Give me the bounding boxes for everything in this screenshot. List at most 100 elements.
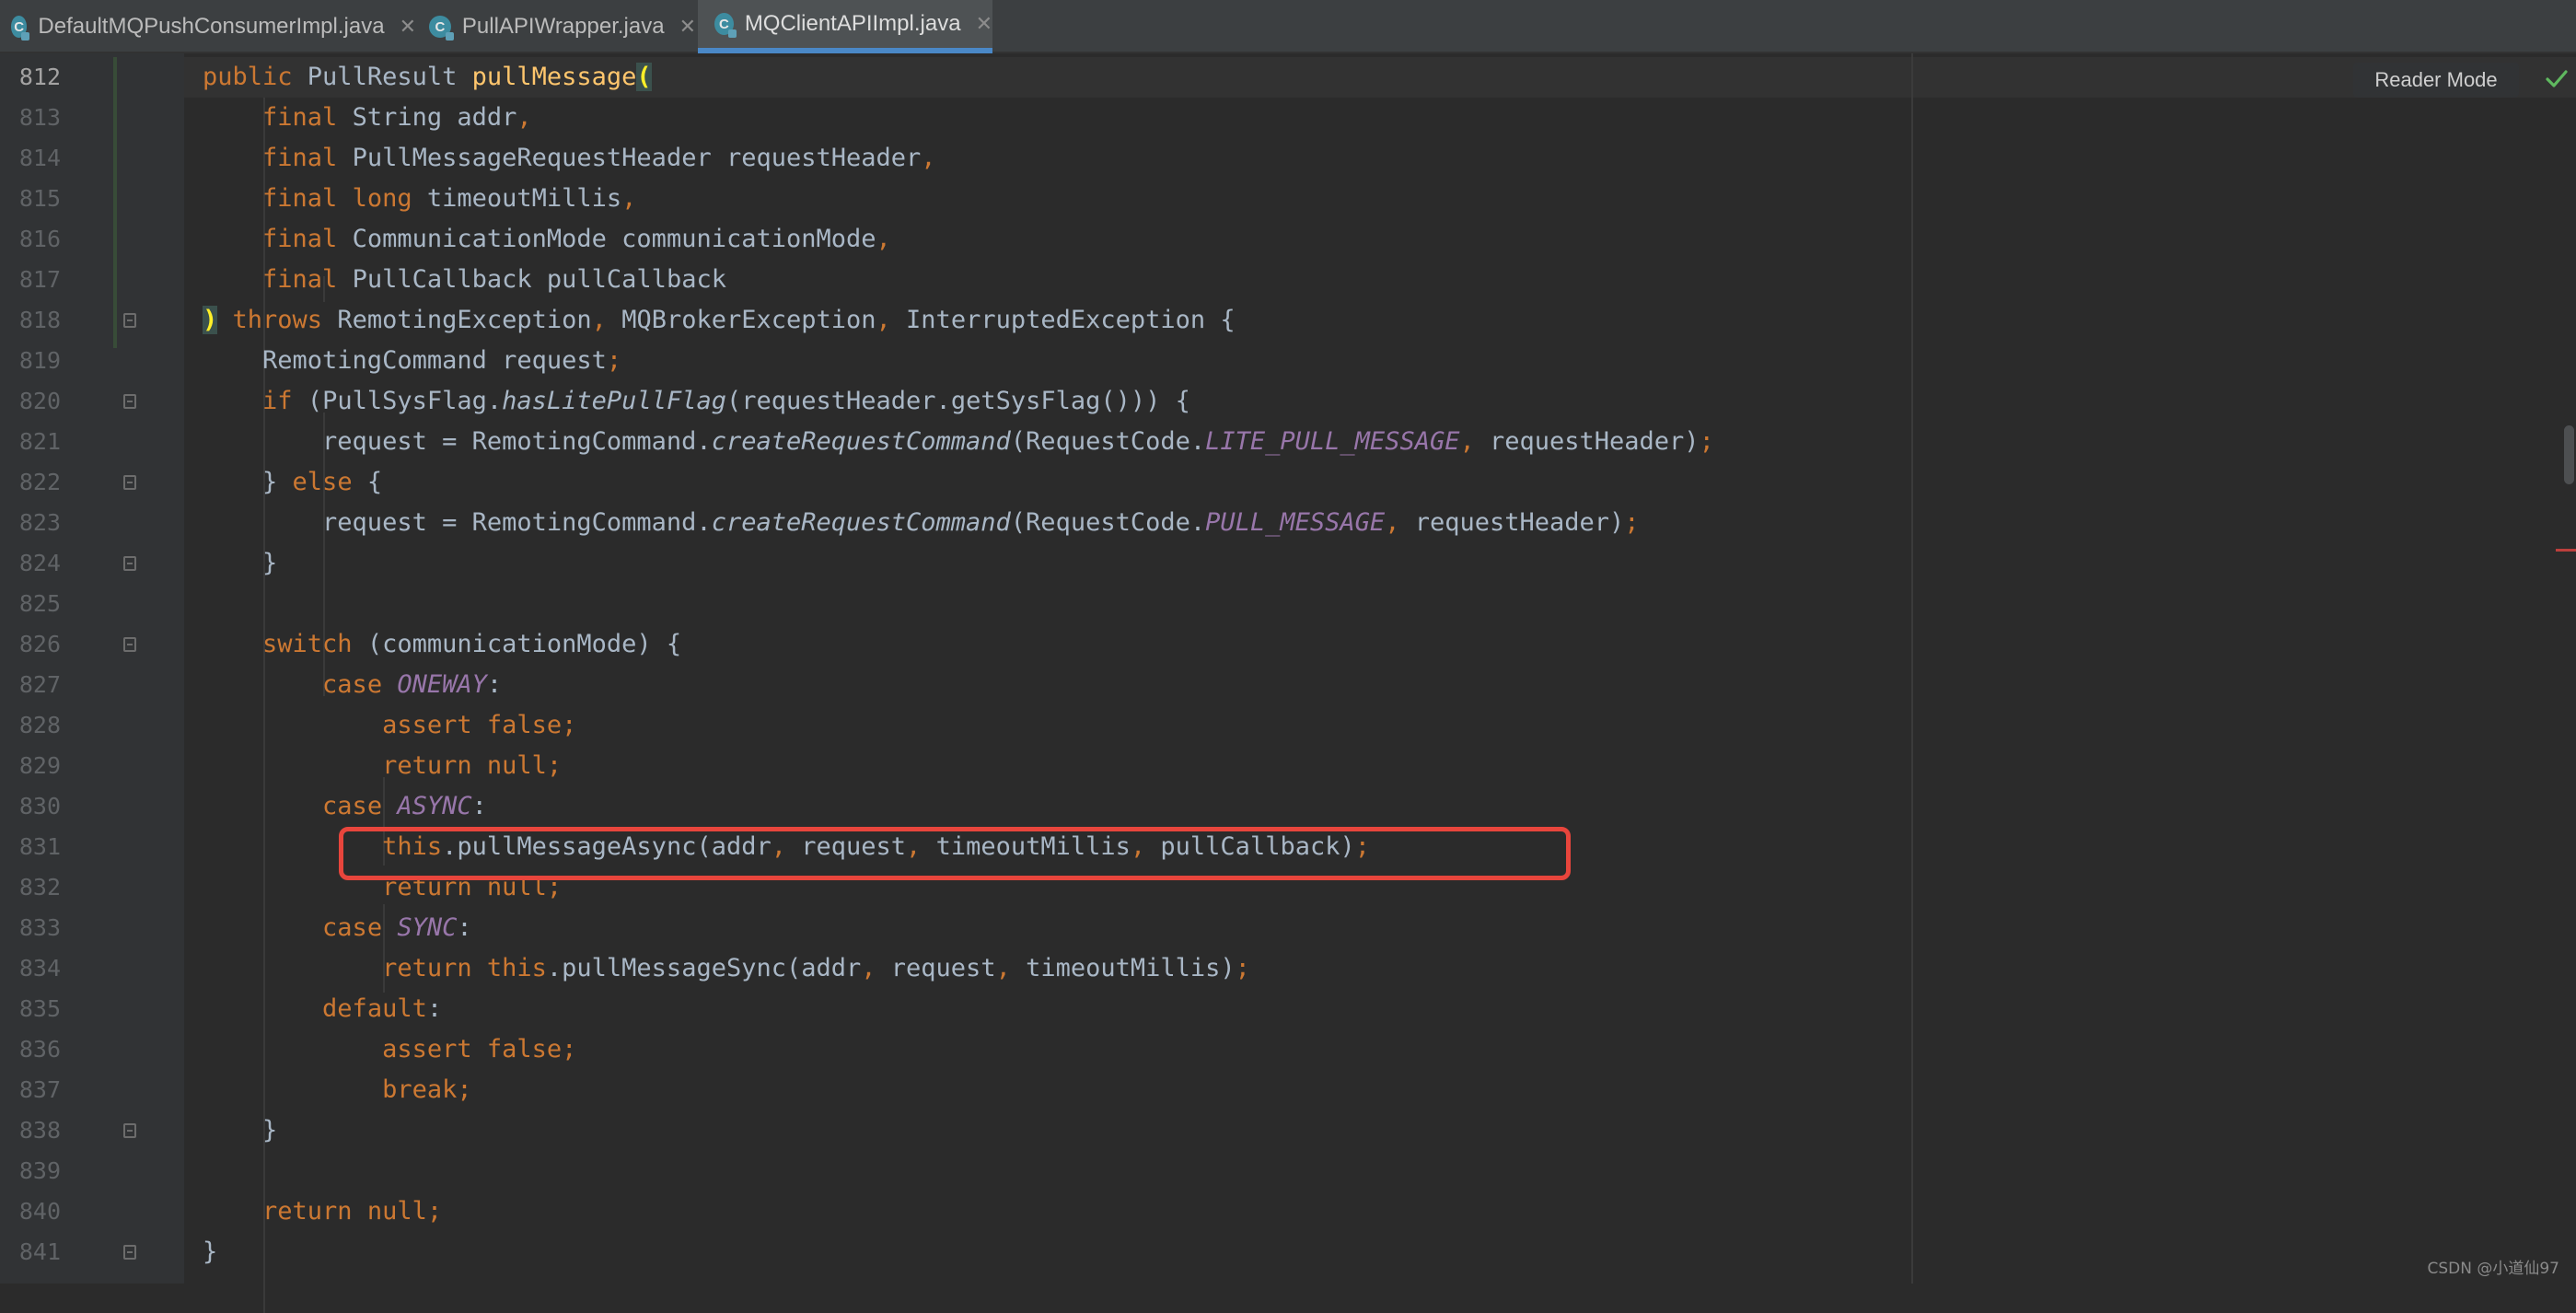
code-token: request = RemotingCommand. [203, 427, 712, 456]
code-line[interactable]: RemotingCommand request; [203, 341, 621, 381]
annotation-highlight-box [339, 827, 1571, 880]
code-line[interactable]: case ONEWAY: [203, 665, 502, 705]
code-token: final [262, 225, 353, 253]
line-number[interactable]: 833 [0, 908, 61, 948]
line-number[interactable]: 819 [0, 341, 61, 381]
code-line[interactable]: final CommunicationMode communicationMod… [203, 219, 891, 260]
code-line[interactable]: break; [203, 1070, 472, 1110]
code-line[interactable]: case ASYNC: [203, 786, 487, 827]
editor-gutter[interactable]: 812 813 814 815 816 817 818 819 820 821 822 823 824 8… [0, 53, 184, 1284]
line-number[interactable]: 829 [0, 746, 61, 786]
code-token: MQBrokerException [621, 306, 876, 334]
line-number[interactable]: 824 [0, 543, 61, 584]
line-number[interactable]: 830 [0, 786, 61, 827]
code-line[interactable]: } else { [203, 462, 382, 503]
code-token: request [890, 954, 996, 982]
line-number[interactable]: 831 [0, 827, 61, 867]
fold-marker-icon[interactable] [123, 313, 136, 328]
line-number[interactable]: 837 [0, 1070, 61, 1110]
code-line[interactable]: case SYNC: [203, 908, 472, 948]
reader-mode-button[interactable]: Reader Mode [2353, 63, 2519, 98]
code-editor[interactable]: public PullResult pullMessage( final Str… [184, 53, 2576, 1313]
code-token: : [486, 670, 503, 699]
code-line[interactable]: public PullResult pullMessage( [203, 57, 652, 98]
code-line[interactable]: final PullCallback pullCallback [203, 260, 726, 300]
line-number[interactable]: 816 [0, 219, 61, 260]
fold-marker-icon[interactable] [123, 637, 136, 652]
line-number[interactable]: 834 [0, 948, 61, 989]
close-icon[interactable]: ✕ [400, 15, 416, 39]
line-number[interactable]: 840 [0, 1191, 61, 1232]
code-line[interactable]: } [203, 1110, 277, 1151]
code-line[interactable]: default: [203, 989, 442, 1029]
code-line[interactable]: } [203, 1232, 217, 1272]
indent-guide [323, 547, 325, 573]
line-number[interactable]: 835 [0, 989, 61, 1029]
code-token: default [322, 994, 427, 1023]
code-token: (PullSysFlag. [307, 387, 503, 415]
code-token: if [262, 387, 307, 415]
code-token: PullMessageRequestHeader requestHeader [352, 144, 922, 172]
code-line[interactable]: request = RemotingCommand.createRequestC… [203, 503, 1640, 543]
line-number[interactable]: 815 [0, 179, 61, 219]
line-number[interactable]: 818 [0, 300, 61, 341]
code-line[interactable]: } [203, 543, 277, 584]
code-line[interactable]: return null; [203, 746, 562, 786]
tab-label: PullAPIWrapper.java [461, 14, 665, 39]
line-number[interactable]: 826 [0, 624, 61, 665]
code-token: } [203, 549, 278, 577]
code-line[interactable]: return null; [203, 1191, 442, 1232]
vertical-scrollbar-thumb[interactable] [2564, 425, 2574, 484]
fold-marker-icon[interactable] [123, 394, 136, 409]
inspection-ok-check-icon[interactable] [2545, 66, 2569, 90]
line-number[interactable]: 817 [0, 260, 61, 300]
code-token: else [292, 468, 367, 496]
line-number[interactable]: 820 [0, 381, 61, 422]
line-number[interactable]: 823 [0, 503, 61, 543]
fold-marker-icon[interactable] [123, 1245, 136, 1260]
code-line[interactable]: ) throws RemotingException, MQBrokerExce… [203, 300, 1236, 341]
code-token: , [1385, 508, 1415, 537]
line-number[interactable]: 838 [0, 1110, 61, 1151]
line-number[interactable]: 839 [0, 1151, 61, 1191]
code-line[interactable]: final long timeoutMillis, [203, 179, 636, 219]
line-number[interactable]: 825 [0, 584, 61, 624]
tab-pullapiwrapper[interactable]: C PullAPIWrapper.java ✕ [429, 0, 696, 53]
java-class-icon: C [429, 16, 454, 41]
tab-defaultmqpushconsumerimpl[interactable]: C DefaultMQPushConsumerImpl.java ✕ [11, 0, 416, 53]
line-number[interactable]: 841 [0, 1232, 61, 1272]
fold-marker-icon[interactable] [123, 475, 136, 490]
code-line[interactable]: assert false; [203, 1029, 576, 1070]
code-token: String addr [352, 103, 517, 132]
code-line[interactable]: request = RemotingCommand.createRequestC… [203, 422, 1714, 462]
code-line[interactable]: switch (communicationMode) { [203, 624, 681, 665]
close-icon[interactable]: ✕ [976, 12, 992, 36]
error-stripe-marker[interactable] [2556, 549, 2576, 552]
code-line[interactable]: final String addr, [203, 98, 532, 138]
vcs-change-marker[interactable] [113, 57, 117, 348]
line-number[interactable]: 813 [0, 98, 61, 138]
line-number[interactable]: 814 [0, 138, 61, 179]
code-line[interactable]: if (PullSysFlag.hasLitePullFlag(requestH… [203, 381, 1190, 422]
line-number[interactable]: 828 [0, 705, 61, 746]
code-line[interactable]: final PullMessageRequestHeader requestHe… [203, 138, 936, 179]
line-number[interactable]: 812 [0, 57, 61, 98]
line-number[interactable]: 821 [0, 422, 61, 462]
tab-mqclientapiimpl[interactable]: C MQClientAPIImpl.java ✕ [698, 0, 992, 53]
code-token: return null; [382, 751, 563, 780]
line-number[interactable]: 832 [0, 867, 61, 908]
close-icon[interactable]: ✕ [679, 15, 696, 39]
line-number[interactable]: 827 [0, 665, 61, 705]
code-line[interactable]: assert false; [203, 705, 576, 746]
line-number[interactable]: 836 [0, 1029, 61, 1070]
code-line[interactable]: return this.pullMessageSync(addr, reques… [203, 948, 1250, 989]
line-number[interactable]: 822 [0, 462, 61, 503]
fold-marker-icon[interactable] [123, 1123, 136, 1138]
fold-marker-icon[interactable] [123, 556, 136, 571]
